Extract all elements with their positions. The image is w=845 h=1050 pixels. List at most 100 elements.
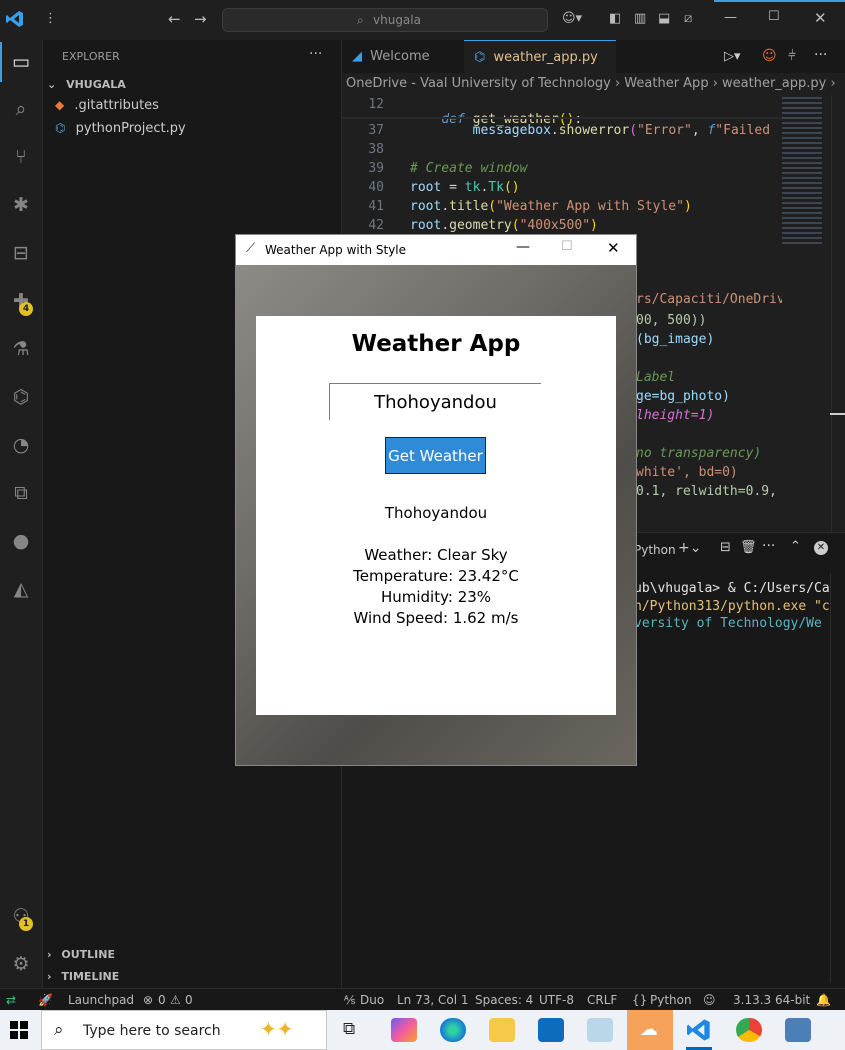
timeline-icon[interactable]: ◔ (5, 429, 37, 461)
breadcrumb[interactable]: OneDrive - Vaal University of Technology… (342, 73, 845, 113)
back-arrow-icon[interactable]: ← (168, 10, 181, 28)
github-icon[interactable]: ● (5, 525, 37, 557)
trash-icon[interactable]: 🗑 (740, 540, 757, 555)
copilot-status-icon[interactable]: ☺ (703, 993, 716, 1007)
file-item-gitattributes[interactable]: ◆ .gitattributes (55, 98, 159, 113)
code-fragment: 00, 500)) (636, 313, 707, 328)
terminal-scrollbar[interactable] (830, 573, 845, 983)
warnings-icon[interactable]: ⚠ (170, 993, 181, 1007)
python-taskbar-icon[interactable] (785, 1018, 811, 1042)
search-icon[interactable]: ⌕ (5, 93, 37, 125)
explorer-icon[interactable]: ▭ (5, 46, 37, 78)
python-icon[interactable]: ⌬ (5, 381, 37, 413)
errors-icon[interactable]: ⊗ (143, 993, 153, 1007)
tab-weather-app[interactable]: ⌬ weather_app.py ✕ (464, 40, 616, 99)
file-item-pythonproject[interactable]: ⌬ pythonProject.py (55, 121, 186, 136)
notifications-icon[interactable]: 🔔 (816, 993, 831, 1007)
customize-layout-icon[interactable]: ⧄ (684, 11, 692, 26)
outline-section[interactable]: › OUTLINE (47, 948, 115, 961)
code-fragment: rs/Capaciti/OneDriv (636, 292, 785, 307)
close-icon[interactable]: ✕ (814, 9, 827, 27)
more-actions-icon[interactable]: ··· (762, 538, 775, 554)
get-weather-button[interactable]: Get Weather (385, 437, 486, 474)
run-debug-icon[interactable]: ✱ (5, 189, 37, 221)
language-mode[interactable]: Python (650, 993, 692, 1007)
tab-welcome[interactable]: ◢ Welcome (342, 40, 464, 73)
duo-label[interactable]: Duo (360, 993, 384, 1007)
layout-icon[interactable]: ▥ (634, 11, 646, 26)
title-bar: ⋮ ← → ⌕ vhugala ☺▾ ◧ ▥ ⬓ ⧄ — ☐ ✕ (0, 0, 845, 41)
remote-icon[interactable]: ⇄ (6, 993, 16, 1007)
forward-arrow-icon[interactable]: → (194, 10, 207, 28)
folder-vhugala[interactable]: ⌄ VHUGALA (47, 78, 126, 91)
timeline-label: TIMELINE (61, 970, 120, 983)
file-explorer-icon[interactable] (489, 1018, 515, 1042)
outline-label: OUTLINE (61, 948, 115, 961)
copilot-chat-icon[interactable]: ☺ (762, 48, 777, 64)
onedrive-active-app[interactable]: ☁ (627, 1010, 673, 1050)
encoding[interactable]: UTF-8 (539, 993, 574, 1007)
code-line: root.geometry("400x500") (410, 218, 598, 233)
result-wind-speed: Wind Speed: 1.62 m/s (353, 609, 519, 627)
code-fragment: ge=bg_photo) (636, 389, 730, 404)
task-view-icon[interactable]: ⧉ (343, 1019, 355, 1039)
close-panel-icon[interactable]: ✕ (814, 541, 828, 555)
python-interpreter[interactable]: 3.13.3 64-bit (733, 993, 810, 1007)
vscode-taskbar-icon[interactable] (687, 1018, 713, 1042)
cursor-position[interactable]: Ln 73, Col 1 (397, 993, 469, 1007)
toggle-panel-icon[interactable]: ⬓ (658, 11, 670, 26)
minimize-icon[interactable]: — (516, 239, 530, 255)
copilot-app-icon[interactable] (391, 1018, 417, 1042)
terminal-line: n/Python313/python.exe "c (634, 599, 830, 614)
notepad-icon[interactable] (587, 1018, 613, 1042)
code-fragment: (bg_image) (636, 332, 715, 347)
git-file-icon: ◆ (55, 98, 65, 112)
copilot-icon[interactable]: ☺▾ (562, 11, 582, 26)
launchpad-icon[interactable]: 🚀 (38, 993, 53, 1007)
windows-start-icon[interactable] (10, 1021, 28, 1039)
chevron-right-icon: › (47, 948, 52, 961)
containers-icon[interactable]: ⧉ (5, 477, 37, 509)
terminal-line: ub\vhugala> & C:/Users/Ca (634, 581, 830, 596)
search-icon: ⌕ (54, 1020, 64, 1040)
python-file-icon: ⌬ (55, 121, 66, 135)
source-control-icon[interactable]: ⑂ (5, 141, 37, 173)
taskbar-search[interactable]: ⌕ Type here to search ✦✦ (41, 1010, 327, 1050)
timeline-section[interactable]: › TIMELINE (47, 970, 119, 983)
chrome-icon[interactable] (736, 1018, 762, 1042)
testing-icon[interactable]: ⚗ (5, 333, 37, 365)
split-editor-icon[interactable]: ⫩ (788, 48, 796, 64)
tab-label: Welcome (370, 49, 430, 64)
indentation[interactable]: Spaces: 4 (475, 993, 533, 1007)
new-terminal-icon[interactable]: +⌄ (678, 540, 701, 556)
minimap[interactable] (782, 95, 830, 532)
warnings-count[interactable]: 0 (185, 993, 193, 1007)
minimize-icon[interactable]: — (724, 10, 737, 25)
editor-scrollbar[interactable] (831, 95, 845, 532)
weather-heading: Weather App (351, 331, 521, 357)
terminal-line: versity of Technology/We (634, 616, 822, 631)
menu-icon[interactable]: ⋮ (44, 11, 57, 26)
line-endings[interactable]: CRLF (587, 993, 617, 1007)
city-input[interactable]: Thohoyandou (329, 383, 541, 420)
more-actions-icon[interactable]: ··· (309, 46, 322, 62)
more-actions-icon[interactable]: ··· (814, 47, 827, 63)
weather-panel: Weather App Thohoyandou Get Weather Thoh… (256, 316, 616, 715)
chevron-down-icon: ⌄ (47, 78, 57, 91)
errors-count[interactable]: 0 (158, 993, 166, 1007)
maximize-icon[interactable]: ☐ (561, 239, 573, 254)
command-center-search[interactable]: ⌕ vhugala (222, 8, 548, 32)
split-terminal-icon[interactable]: ⊟ (720, 540, 731, 555)
close-icon[interactable]: ✕ (607, 239, 620, 257)
gitlab-icon[interactable]: ◭ (5, 573, 37, 605)
result-humidity: Humidity: 23% (380, 588, 492, 606)
toggle-sidebar-icon[interactable]: ◧ (609, 11, 621, 26)
outlook-icon[interactable] (538, 1018, 564, 1042)
remote-explorer-icon[interactable]: ⊟ (5, 237, 37, 269)
run-python-icon[interactable]: ▷▾ (724, 49, 741, 64)
maximize-icon[interactable]: ☐ (768, 9, 780, 24)
settings-gear-icon[interactable]: ⚙ (5, 948, 37, 980)
launchpad-label[interactable]: Launchpad (68, 993, 134, 1007)
maximize-panel-icon[interactable]: ⌃ (790, 539, 801, 554)
edge-browser-icon[interactable] (440, 1018, 466, 1042)
